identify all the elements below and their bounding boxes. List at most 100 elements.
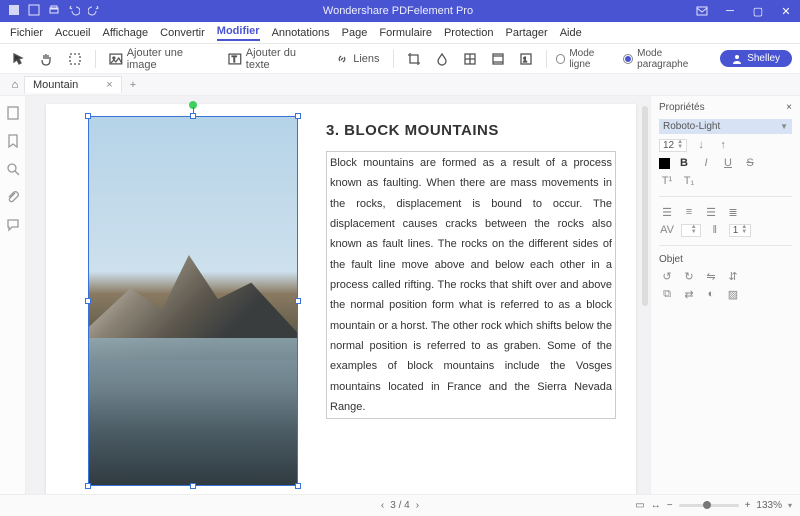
decrease-size-icon[interactable]: ↓ (693, 138, 709, 152)
resize-handle-se[interactable] (295, 483, 301, 489)
new-tab-button[interactable]: + (122, 79, 144, 91)
left-rail (0, 96, 26, 494)
select-tool[interactable] (8, 50, 30, 68)
undo-icon[interactable] (68, 4, 80, 19)
crop-tool[interactable] (403, 50, 425, 68)
attachments-icon[interactable] (6, 190, 20, 204)
heading[interactable]: 3. BLOCK MOUNTAINS (326, 122, 616, 139)
maximize-button[interactable]: ▢ (744, 0, 772, 22)
menu-aide[interactable]: Aide (560, 27, 582, 39)
add-text-button[interactable]: TAjouter du texte (224, 45, 325, 73)
redo-icon[interactable] (88, 4, 100, 19)
minimize-button[interactable]: ─ (716, 0, 744, 22)
font-size-input[interactable]: 12▲▼ (659, 139, 687, 152)
watermark-tool[interactable] (431, 50, 453, 68)
line-spacing-input[interactable]: 1▲▼ (729, 224, 752, 237)
opacity-icon[interactable]: ◐ (703, 287, 719, 301)
bold-button[interactable]: B (676, 156, 692, 170)
page-indicator[interactable]: 3 / 4 (390, 500, 409, 511)
zoom-out-icon[interactable]: − (667, 500, 673, 511)
flip-h-icon[interactable]: ⇋ (703, 269, 719, 283)
menu-affichage[interactable]: Affichage (102, 27, 148, 39)
menu-accueil[interactable]: Accueil (55, 27, 90, 39)
fit-page-icon[interactable]: ▭ (635, 500, 644, 511)
close-tab-icon[interactable]: × (106, 79, 112, 91)
close-panel-icon[interactable]: × (786, 102, 792, 113)
align-right-icon[interactable]: ☰ (703, 205, 719, 219)
extract-icon[interactable]: ⧉ (659, 287, 675, 301)
superscript-button[interactable]: T¹ (659, 174, 675, 188)
thumbnails-icon[interactable] (6, 106, 20, 120)
rotate-right-icon[interactable]: ↻ (681, 269, 697, 283)
print-icon[interactable] (48, 4, 60, 19)
flip-v-icon[interactable]: ⇵ (725, 269, 741, 283)
font-select[interactable]: Roboto-Light▼ (659, 119, 792, 134)
prev-page-icon[interactable]: ‹ (381, 500, 384, 511)
menu-convertir[interactable]: Convertir (160, 27, 205, 39)
align-center-icon[interactable]: ≡ (681, 205, 697, 219)
titlebar: Wondershare PDFelement Pro ─ ▢ ✕ (0, 0, 800, 22)
resize-handle-nw[interactable] (85, 113, 91, 119)
next-page-icon[interactable]: › (416, 500, 419, 511)
replace-icon[interactable]: ⇄ (681, 287, 697, 301)
text-column: 3. BLOCK MOUNTAINS Block mountains are f… (326, 122, 616, 419)
resize-handle-n[interactable] (190, 113, 196, 119)
svg-text:1: 1 (523, 57, 527, 64)
statusbar: ‹ 3 / 4 › ▭ ↔ − + 133% ▾ (0, 494, 800, 516)
resize-handle-ne[interactable] (295, 113, 301, 119)
line-spacing-icon[interactable]: ‖ (707, 223, 723, 237)
document-canvas[interactable]: 3. BLOCK MOUNTAINS Block mountains are f… (26, 96, 650, 494)
fit-width-icon[interactable]: ↔ (651, 500, 661, 511)
subscript-button[interactable]: T₁ (681, 174, 697, 188)
color-swatch[interactable] (659, 158, 670, 169)
crop-object-icon[interactable]: ▨ (725, 287, 741, 301)
save-icon[interactable] (28, 4, 40, 19)
rotate-left-icon[interactable]: ↺ (659, 269, 675, 283)
zoom-slider[interactable] (679, 504, 739, 507)
selected-image[interactable] (88, 116, 298, 486)
document-tabbar: ⌂ Mountain × + (0, 74, 800, 96)
links-button[interactable]: Liens (331, 50, 383, 68)
menu-fichier[interactable]: Fichier (10, 27, 43, 39)
underline-button[interactable]: U (720, 156, 736, 170)
menu-protection[interactable]: Protection (444, 27, 494, 39)
home-icon[interactable]: ⌂ (6, 79, 24, 91)
increase-size-icon[interactable]: ↑ (715, 138, 731, 152)
align-left-icon[interactable]: ☰ (659, 205, 675, 219)
mail-icon[interactable] (688, 0, 716, 22)
background-tool[interactable] (459, 50, 481, 68)
svg-text:T: T (232, 54, 237, 63)
user-pill[interactable]: Shelley (720, 50, 792, 67)
menu-page[interactable]: Page (342, 27, 368, 39)
document-tab[interactable]: Mountain × (24, 76, 122, 93)
comments-icon[interactable] (6, 218, 20, 232)
zoom-dropdown-icon[interactable]: ▾ (788, 501, 792, 510)
edit-tool[interactable] (64, 50, 86, 68)
menu-annotations[interactable]: Annotations (272, 27, 330, 39)
resize-handle-s[interactable] (190, 483, 196, 489)
zoom-value[interactable]: 133% (756, 500, 782, 511)
resize-handle-e[interactable] (295, 298, 301, 304)
align-justify-icon[interactable]: ≣ (725, 205, 741, 219)
hand-tool[interactable] (36, 50, 58, 68)
zoom-in-icon[interactable]: + (745, 500, 751, 511)
char-spacing-input[interactable]: ▲▼ (681, 224, 701, 237)
vertical-scrollbar[interactable] (642, 106, 648, 306)
menu-modifier[interactable]: Modifier (217, 25, 260, 41)
body-text[interactable]: Block mountains are formed as a result o… (326, 151, 616, 419)
search-icon[interactable] (6, 162, 20, 176)
header-footer-tool[interactable] (487, 50, 509, 68)
mode-line-radio[interactable]: Mode ligne (556, 48, 618, 70)
bookmarks-icon[interactable] (6, 134, 20, 148)
mode-paragraph-radio[interactable]: Mode paragraphe (623, 48, 714, 70)
close-button[interactable]: ✕ (772, 0, 800, 22)
bates-tool[interactable]: 1 (515, 50, 537, 68)
menu-formulaire[interactable]: Formulaire (379, 27, 432, 39)
resize-handle-sw[interactable] (85, 483, 91, 489)
char-spacing-icon[interactable]: AV (659, 223, 675, 237)
resize-handle-w[interactable] (85, 298, 91, 304)
add-image-button[interactable]: Ajouter une image (105, 45, 218, 73)
strike-button[interactable]: S (742, 156, 758, 170)
italic-button[interactable]: I (698, 156, 714, 170)
menu-partager[interactable]: Partager (505, 27, 547, 39)
